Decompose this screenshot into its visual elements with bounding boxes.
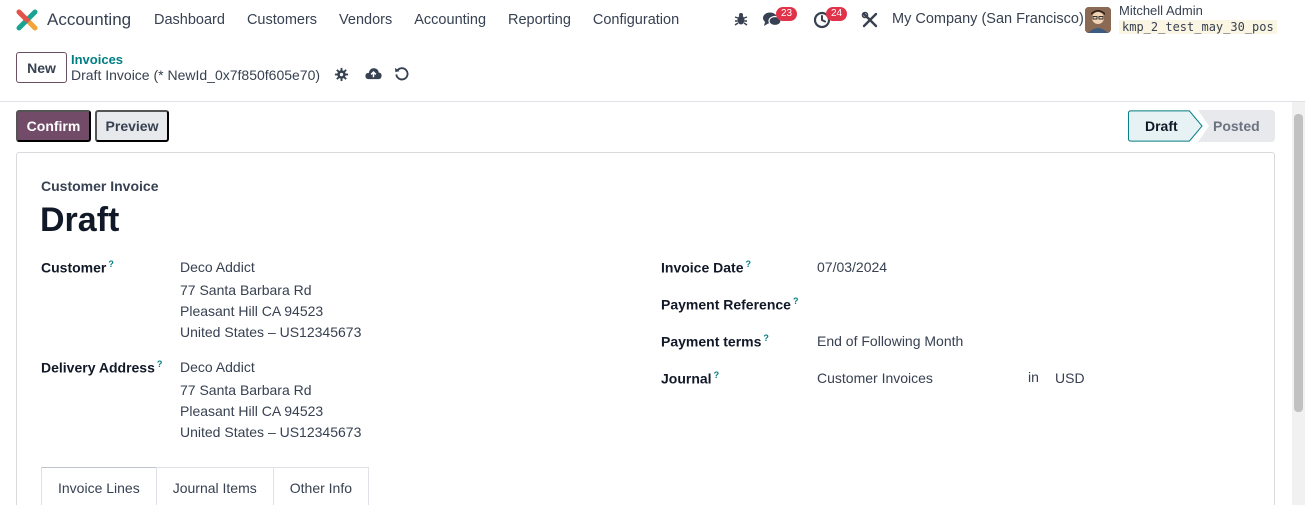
user-avatar[interactable] (1085, 7, 1111, 33)
menu-item-accounting[interactable]: Accounting (403, 12, 497, 28)
customer-field[interactable]: Deco Addict 77 Santa Barbara Rd Pleasant… (180, 257, 361, 343)
status-draft-label[interactable]: Draft (1145, 118, 1178, 134)
cloud-upload-save-icon[interactable] (365, 66, 382, 81)
delivery-street: 77 Santa Barbara Rd (180, 382, 312, 398)
tab-other-info[interactable]: Other Info (272, 467, 370, 505)
new-button[interactable]: New (16, 52, 67, 83)
payment-terms-label: Payment terms? (661, 333, 769, 350)
breadcrumb-current-record: Draft Invoice (* NewId_0x7f850f605e70) (71, 67, 321, 83)
payment-reference-help-icon[interactable]: ? (793, 296, 799, 306)
customer-city: Pleasant Hill CA 94523 (180, 303, 324, 319)
main-menu: Dashboard Customers Vendors Accounting R… (143, 0, 690, 40)
status-posted-label[interactable]: Posted (1213, 118, 1260, 134)
gear-icon[interactable] (334, 67, 349, 82)
customer-name: Deco Addict (180, 259, 255, 275)
delivery-country-vat: United States – US12345673 (180, 424, 362, 440)
preview-button[interactable]: Preview (95, 110, 169, 142)
menu-item-dashboard[interactable]: Dashboard (143, 12, 236, 28)
journal-in-label: in (1028, 369, 1039, 385)
invoice-date-help-icon[interactable]: ? (745, 259, 751, 269)
menu-item-customers[interactable]: Customers (236, 12, 328, 28)
delivery-name: Deco Addict (180, 359, 255, 375)
bug-icon[interactable] (733, 11, 749, 27)
confirm-button[interactable]: Confirm (16, 110, 91, 142)
user-name[interactable]: Mitchell Admin (1119, 3, 1203, 18)
app-name[interactable]: Accounting (47, 10, 131, 30)
tab-journal-items[interactable]: Journal Items (155, 467, 274, 505)
notebook-tabs: Invoice Lines Journal Items Other Info (41, 467, 370, 505)
customer-street: 77 Santa Barbara Rd (180, 282, 312, 298)
currency-field[interactable]: USD (1055, 368, 1085, 389)
menu-item-configuration[interactable]: Configuration (582, 12, 690, 28)
invoice-date-field[interactable]: 07/03/2024 (817, 257, 887, 278)
delivery-address-help-icon[interactable]: ? (157, 359, 163, 369)
delivery-address-label: Delivery Address? (41, 359, 163, 376)
invoice-type-label: Customer Invoice (41, 178, 159, 194)
customer-help-icon[interactable]: ? (108, 259, 114, 269)
top-navbar: Accounting Dashboard Customers Vendors A… (0, 0, 1305, 40)
activities-count-badge: 24 (826, 7, 848, 21)
journal-field[interactable]: Customer Invoices (817, 368, 933, 389)
payment-reference-label: Payment Reference? (661, 296, 799, 313)
customer-label: Customer? (41, 259, 114, 276)
messages-count-badge: 23 (776, 7, 798, 21)
discard-undo-icon[interactable] (394, 66, 409, 81)
journal-help-icon[interactable]: ? (714, 370, 720, 380)
accounting-app-icon[interactable] (16, 9, 38, 31)
menu-item-vendors[interactable]: Vendors (328, 12, 403, 28)
invoice-date-label: Invoice Date? (661, 259, 751, 276)
payment-terms-help-icon[interactable]: ? (763, 333, 769, 343)
control-panel-divider (0, 101, 1305, 102)
journal-label: Journal? (661, 370, 720, 387)
scrollbar-thumb[interactable] (1294, 114, 1303, 412)
tab-invoice-lines[interactable]: Invoice Lines (41, 467, 157, 505)
invoice-title: Draft (40, 201, 120, 239)
customer-country-vat: United States – US12345673 (180, 324, 362, 340)
database-name: kmp_2_test_may_30_pos (1119, 20, 1277, 34)
company-switcher[interactable]: My Company (San Francisco) (892, 11, 1084, 27)
tools-icon[interactable] (861, 11, 879, 29)
payment-terms-field[interactable]: End of Following Month (817, 331, 963, 352)
menu-item-reporting[interactable]: Reporting (497, 12, 582, 28)
delivery-city: Pleasant Hill CA 94523 (180, 403, 324, 419)
delivery-address-field[interactable]: Deco Addict 77 Santa Barbara Rd Pleasant… (180, 357, 361, 443)
breadcrumb-invoices-link[interactable]: Invoices (71, 52, 123, 67)
payment-reference-field[interactable] (817, 294, 1217, 315)
